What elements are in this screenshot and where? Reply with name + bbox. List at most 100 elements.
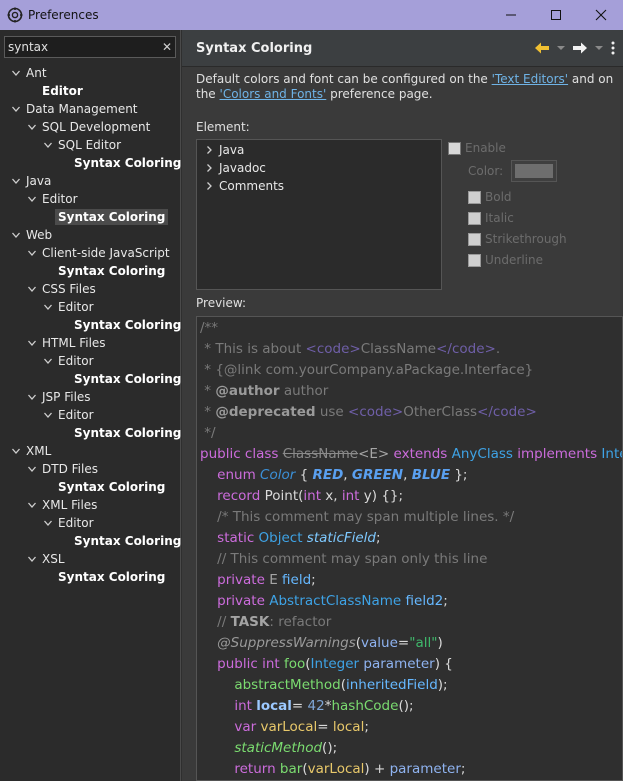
tree-item[interactable]: DTD Files xyxy=(26,460,98,478)
tree-item[interactable]: Syntax Coloring xyxy=(42,568,165,586)
tree-item[interactable]: Ant xyxy=(10,64,47,82)
clear-filter-icon[interactable]: ✕ xyxy=(159,40,175,54)
tree-item[interactable]: Editor xyxy=(42,514,94,532)
strikethrough-checkbox-row[interactable]: Strikethrough xyxy=(468,230,567,248)
italic-checkbox[interactable] xyxy=(468,211,481,225)
color-picker-button[interactable] xyxy=(511,160,558,182)
tree-item[interactable]: Editor xyxy=(42,298,94,316)
tree-item-label: CSS Files xyxy=(42,282,96,296)
forward-arrow-icon xyxy=(573,42,587,54)
tree-item[interactable]: SQL Development xyxy=(26,118,150,136)
code-token: (); xyxy=(322,740,338,756)
expand-toggle-icon[interactable] xyxy=(26,499,38,511)
tree-item[interactable]: Editor xyxy=(42,406,94,424)
element-item[interactable]: Javadoc xyxy=(203,159,266,177)
expand-toggle-icon[interactable] xyxy=(26,391,38,403)
back-button[interactable] xyxy=(533,40,551,56)
page-menu-button[interactable] xyxy=(609,40,617,56)
tree-item[interactable]: Syntax Coloring xyxy=(58,316,181,334)
expand-toggle-icon[interactable] xyxy=(42,517,54,529)
expand-toggle-icon[interactable] xyxy=(10,67,22,79)
strikethrough-checkbox[interactable] xyxy=(468,232,481,246)
maximize-button[interactable] xyxy=(533,0,578,30)
close-button[interactable] xyxy=(578,0,623,30)
tree-item[interactable]: Web xyxy=(10,226,52,244)
code-token: . xyxy=(495,341,501,357)
expand-toggle-icon[interactable] xyxy=(26,337,38,349)
expand-toggle-icon[interactable] xyxy=(10,103,22,115)
filter-input[interactable] xyxy=(5,37,159,57)
underline-checkbox-row[interactable]: Underline xyxy=(468,251,543,269)
minimize-icon xyxy=(505,14,516,16)
element-item[interactable]: Comments xyxy=(203,177,284,195)
enable-checkbox[interactable] xyxy=(448,141,461,155)
expand-toggle-icon[interactable] xyxy=(203,181,215,191)
expand-toggle-icon[interactable] xyxy=(26,283,38,295)
italic-checkbox-row[interactable]: Italic xyxy=(468,209,514,227)
bold-checkbox-row[interactable]: Bold xyxy=(468,188,512,206)
code-token: // xyxy=(200,614,231,630)
expand-toggle-icon[interactable] xyxy=(26,121,38,133)
expand-toggle-icon[interactable] xyxy=(203,145,215,155)
tree-item[interactable]: Syntax Coloring xyxy=(42,478,165,496)
tree-item[interactable]: Syntax Coloring xyxy=(58,154,181,172)
expand-toggle-icon[interactable] xyxy=(26,553,38,565)
forward-history-dropdown[interactable] xyxy=(595,40,603,56)
expand-toggle-icon[interactable] xyxy=(26,193,38,205)
tree-item[interactable]: XSL xyxy=(26,550,65,568)
tree-item[interactable]: Syntax Coloring xyxy=(58,424,181,442)
tree-item[interactable]: Data Management xyxy=(10,100,138,118)
tree-item[interactable]: HTML Files xyxy=(26,334,106,352)
filter-field[interactable]: ✕ xyxy=(4,36,176,58)
tree-item[interactable]: Editor xyxy=(26,82,83,100)
expand-toggle-icon[interactable] xyxy=(26,247,38,259)
tree-item[interactable]: Client-side JavaScript xyxy=(26,244,170,262)
tree-item[interactable]: Java xyxy=(10,172,51,190)
tree-item[interactable]: Editor xyxy=(42,352,94,370)
enable-checkbox-row[interactable]: Enable xyxy=(448,139,506,157)
minimize-button[interactable] xyxy=(488,0,533,30)
tree-item[interactable]: Syntax Coloring xyxy=(58,532,181,550)
tree-item[interactable]: CSS Files xyxy=(26,280,96,298)
code-line: /** xyxy=(200,318,622,339)
expand-toggle-icon[interactable] xyxy=(42,355,54,367)
code-line: @SuppressWarnings(value="all") xyxy=(200,633,622,654)
element-tree[interactable]: Java Javadoc Comments xyxy=(196,139,442,290)
tree-item[interactable]: XML xyxy=(10,442,51,460)
expand-toggle-icon[interactable] xyxy=(10,445,22,457)
tree-item[interactable]: Syntax Coloring xyxy=(42,208,169,226)
code-token: // This comment may span only this line xyxy=(200,551,488,567)
tree-item-label: HTML Files xyxy=(42,336,106,350)
code-token: ); xyxy=(437,677,448,693)
back-history-dropdown[interactable] xyxy=(557,40,565,56)
bold-checkbox[interactable] xyxy=(468,190,481,204)
expand-toggle-icon[interactable] xyxy=(10,175,22,187)
tree-item[interactable]: Syntax Coloring xyxy=(42,262,165,280)
expand-toggle-icon[interactable] xyxy=(10,229,22,241)
tree-item[interactable]: SQL Editor xyxy=(42,136,121,154)
tree-item-label: SQL Development xyxy=(42,120,151,134)
tree-item[interactable]: Editor xyxy=(26,190,78,208)
element-item-label: Javadoc xyxy=(219,161,266,175)
element-item[interactable]: Java xyxy=(203,141,244,159)
expand-toggle-icon[interactable] xyxy=(26,463,38,475)
colors-and-fonts-link[interactable]: 'Colors and Fonts' xyxy=(220,87,327,101)
code-token: </code> xyxy=(477,404,537,420)
code-token: , xyxy=(403,467,412,483)
back-arrow-icon xyxy=(535,42,549,54)
expand-toggle-icon[interactable] xyxy=(203,163,215,173)
tree-item[interactable]: Syntax Coloring xyxy=(58,370,181,388)
underline-checkbox[interactable] xyxy=(468,253,481,267)
expand-toggle-icon[interactable] xyxy=(42,301,54,313)
forward-button[interactable] xyxy=(571,40,589,56)
tree-item[interactable]: XML Files xyxy=(26,496,97,514)
text-editors-link[interactable]: 'Text Editors' xyxy=(492,72,568,86)
tree-item-label: Editor xyxy=(58,516,94,530)
code-token: Point( xyxy=(264,488,304,504)
expand-toggle-icon[interactable] xyxy=(42,139,54,151)
expand-toggle-icon[interactable] xyxy=(42,409,54,421)
tree-item[interactable]: JSP Files xyxy=(26,388,91,406)
